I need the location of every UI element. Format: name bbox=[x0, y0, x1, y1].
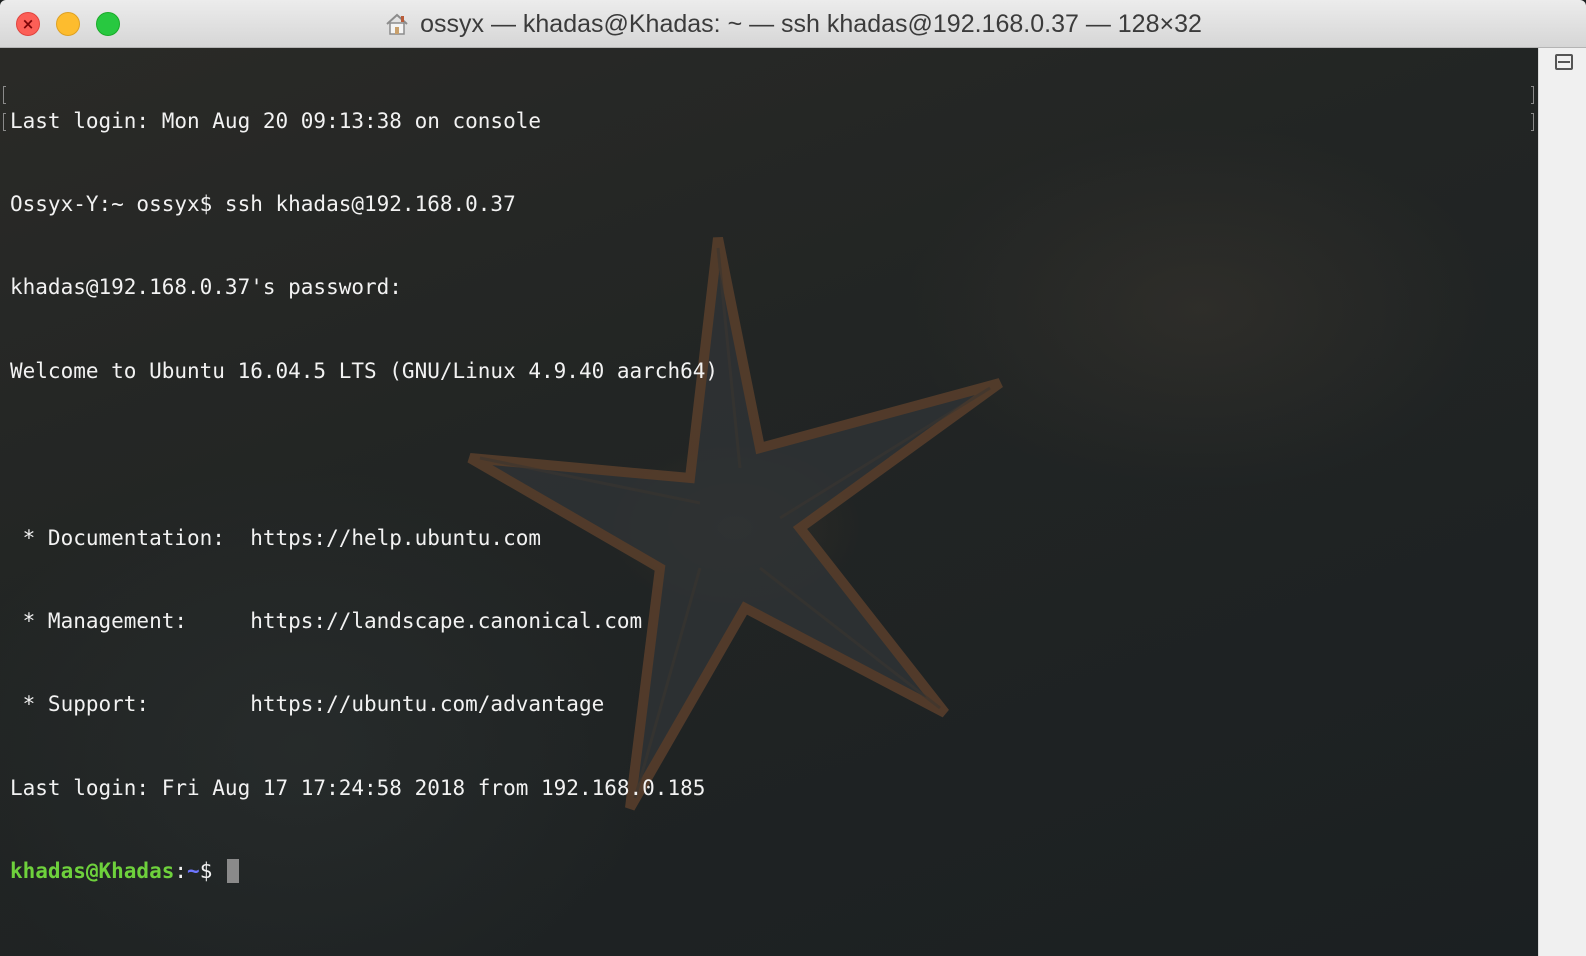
shell-prompt-line: khadas@Khadas:~$ bbox=[10, 858, 718, 886]
prompt-separator: : bbox=[174, 859, 188, 884]
terminal-line: * Documentation: https://help.ubuntu.com bbox=[10, 525, 542, 550]
terminal-output: Last login: Mon Aug 20 09:13:38 on conso… bbox=[10, 52, 718, 942]
terminal-line: Welcome to Ubuntu 16.04.5 LTS (GNU/Linux… bbox=[10, 358, 719, 383]
window-title-group: ossyx — khadas@Khadas: ~ — ssh khadas@19… bbox=[0, 0, 1586, 48]
terminal-window: × ossyx — khadas@Khadas: ~ — ssh khadas@… bbox=[0, 0, 1586, 956]
terminal-line: * Management: https://landscape.canonica… bbox=[10, 608, 643, 633]
line-mark-right bbox=[1531, 113, 1534, 131]
terminal-line: Last login: Mon Aug 20 09:13:38 on conso… bbox=[10, 108, 542, 133]
line-mark-left bbox=[3, 86, 6, 104]
terminal-line: Last login: Fri Aug 17 17:24:58 2018 fro… bbox=[10, 775, 706, 800]
prompt-path: ~ bbox=[187, 859, 200, 884]
scrollbar[interactable] bbox=[1538, 48, 1586, 956]
split-pane-icon[interactable] bbox=[1555, 54, 1573, 70]
terminal-line: khadas@192.168.0.37's password: bbox=[10, 275, 402, 300]
prompt-symbol: $ bbox=[199, 859, 225, 884]
terminal-line: * Support: https://ubuntu.com/advantage bbox=[10, 692, 605, 717]
title-bar[interactable]: × ossyx — khadas@Khadas: ~ — ssh khadas@… bbox=[0, 0, 1586, 48]
line-mark-left bbox=[3, 113, 6, 131]
line-mark-right bbox=[1531, 86, 1534, 104]
text-cursor bbox=[226, 859, 239, 884]
prompt-user-host: khadas@Khadas bbox=[10, 859, 175, 884]
terminal-line: Ossyx-Y:~ ossyx$ ssh khadas@192.168.0.37 bbox=[10, 191, 516, 216]
terminal-content[interactable]: Last login: Mon Aug 20 09:13:38 on conso… bbox=[0, 48, 1538, 956]
window-title: ossyx — khadas@Khadas: ~ — ssh khadas@19… bbox=[420, 9, 1202, 38]
home-icon bbox=[386, 13, 408, 35]
